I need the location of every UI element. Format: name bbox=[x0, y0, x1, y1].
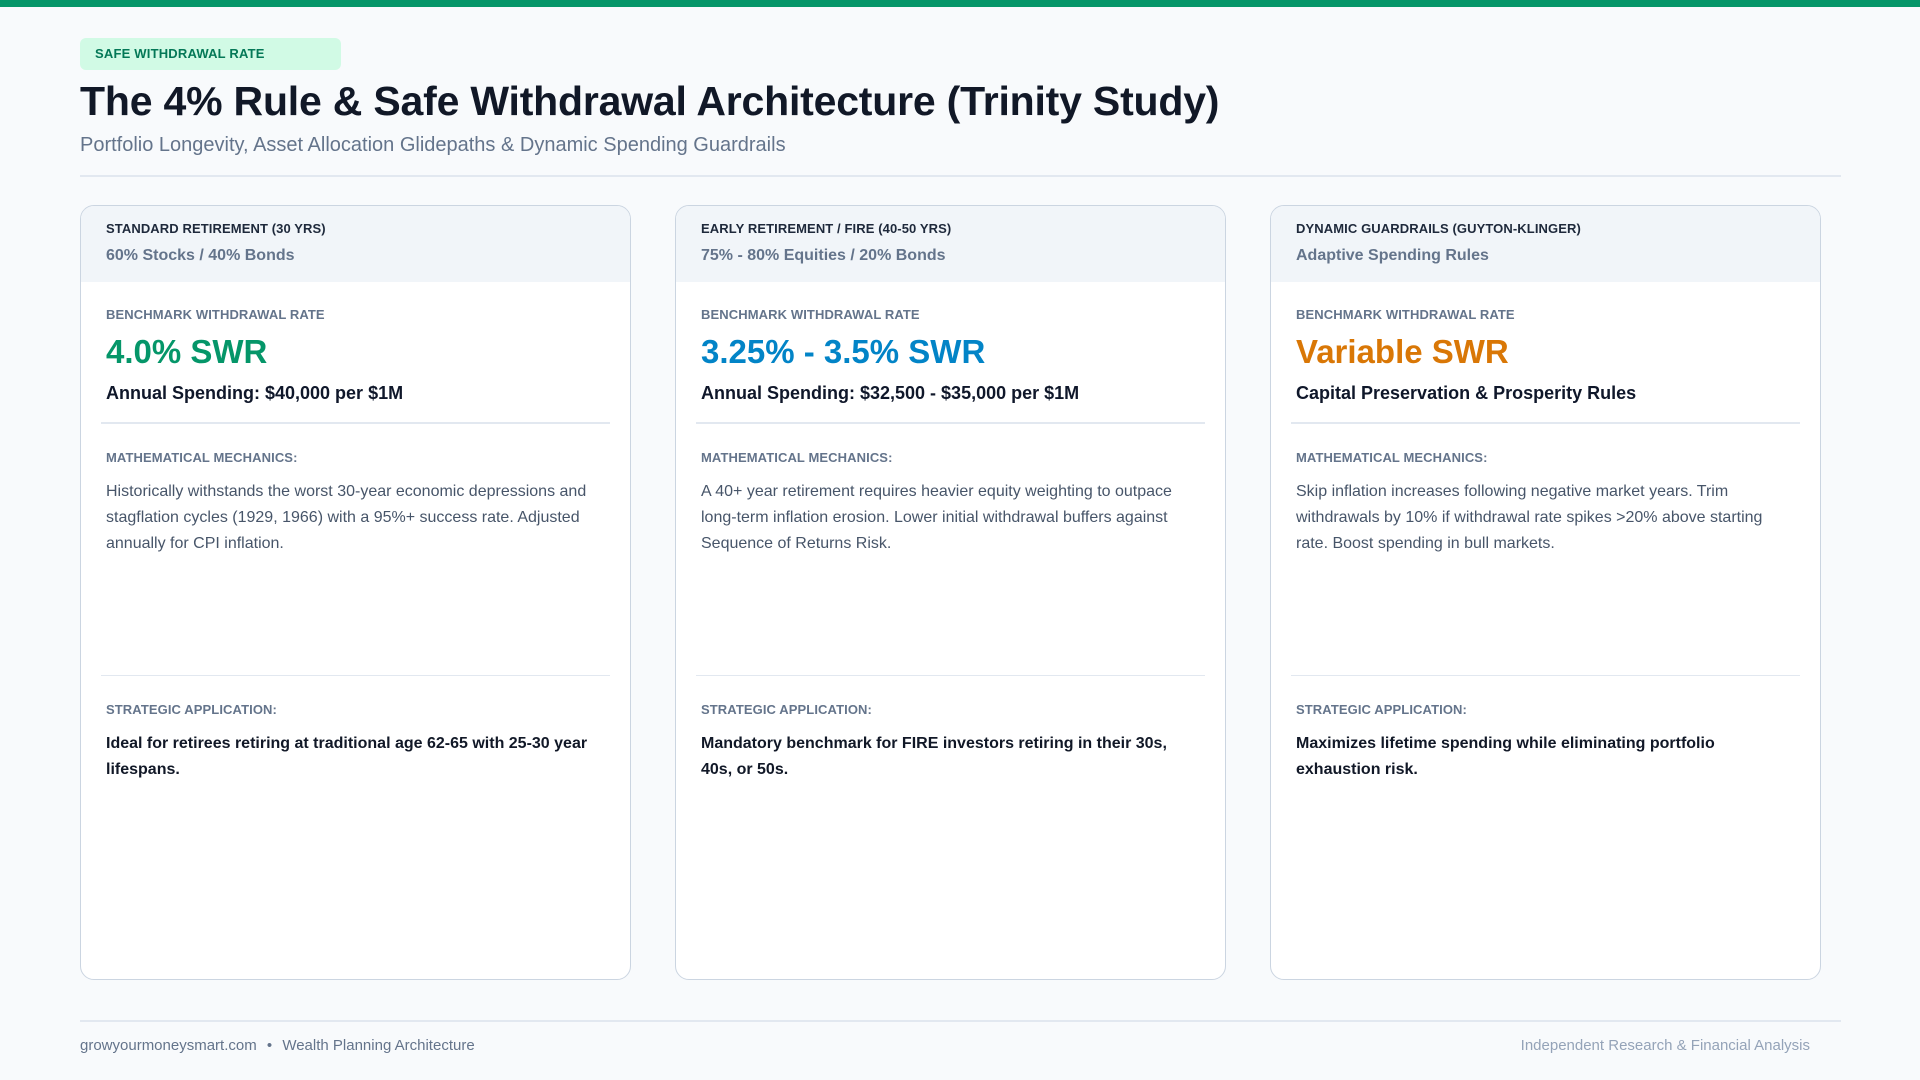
application-label: STRATEGIC APPLICATION: bbox=[1296, 702, 1467, 717]
mechanics-label: MATHEMATICAL MECHANICS: bbox=[1296, 449, 1488, 465]
card-divider bbox=[1291, 674, 1800, 676]
benchmark-label: BENCHMARK WITHDRAWAL RATE bbox=[106, 307, 325, 322]
page-subtitle: Portfolio Longevity, Asset Allocation Gl… bbox=[80, 134, 786, 156]
mechanics-text: A 40+ year retirement requires heavier e… bbox=[701, 482, 1172, 552]
annual-spending: Capital Preservation & Prosperity Rules bbox=[1296, 383, 1637, 403]
page-title: The 4% Rule & Safe Withdrawal Architectu… bbox=[80, 78, 1220, 124]
annual-spending: Annual Spending: $32,500 - $35,000 per $… bbox=[701, 383, 1080, 403]
card-divider bbox=[1291, 422, 1800, 424]
benchmark-label: BENCHMARK WITHDRAWAL RATE bbox=[701, 307, 920, 322]
mechanics-text: Historically withstands the worst 30-yea… bbox=[106, 482, 587, 552]
card-header-allocation: Adaptive Spending Rules bbox=[1296, 247, 1489, 264]
application-label: STRATEGIC APPLICATION: bbox=[106, 702, 277, 717]
swr-value: 4.0% SWR bbox=[106, 333, 268, 370]
footer-divider bbox=[80, 1020, 1841, 1022]
card-divider bbox=[696, 674, 1205, 676]
card-standard-retirement: STANDARD RETIREMENT (30 YRS) 60% Stocks … bbox=[80, 205, 631, 980]
swr-value: Variable SWR bbox=[1296, 333, 1509, 370]
card-header: EARLY RETIREMENT / FIRE (40-50 YRS) 75% … bbox=[676, 206, 1225, 282]
swr-value: 3.25% - 3.5% SWR bbox=[701, 333, 986, 370]
footer-separator: • bbox=[266, 1037, 273, 1054]
card-header-title: DYNAMIC GUARDRAILS (GUYTON-KLINGER) bbox=[1296, 221, 1581, 236]
card-dynamic-guardrails: DYNAMIC GUARDRAILS (GUYTON-KLINGER) Adap… bbox=[1270, 205, 1821, 980]
card-header-allocation: 75% - 80% Equities / 20% Bonds bbox=[701, 247, 946, 264]
card-header: STANDARD RETIREMENT (30 YRS) 60% Stocks … bbox=[81, 206, 630, 282]
card-header-title: EARLY RETIREMENT / FIRE (40-50 YRS) bbox=[701, 221, 952, 236]
footer-section: Wealth Planning Architecture bbox=[282, 1037, 475, 1054]
mechanics-text: Skip inflation increases following negat… bbox=[1296, 482, 1763, 552]
application-text: Mandatory benchmark for FIRE investors r… bbox=[701, 735, 1167, 778]
card-header-allocation: 60% Stocks / 40% Bonds bbox=[106, 247, 295, 264]
footer-left: growyourmoneysmart.com • Wealth Planning… bbox=[80, 1037, 475, 1054]
application-label: STRATEGIC APPLICATION: bbox=[701, 702, 872, 717]
card-header: DYNAMIC GUARDRAILS (GUYTON-KLINGER) Adap… bbox=[1271, 206, 1820, 282]
card-header-title: STANDARD RETIREMENT (30 YRS) bbox=[106, 221, 326, 236]
card-divider bbox=[101, 422, 610, 424]
mechanics-label: MATHEMATICAL MECHANICS: bbox=[106, 449, 298, 465]
mechanics-label: MATHEMATICAL MECHANICS: bbox=[701, 449, 893, 465]
card-early-retirement: EARLY RETIREMENT / FIRE (40-50 YRS) 75% … bbox=[675, 205, 1226, 980]
application-text: Maximizes lifetime spending while elimin… bbox=[1296, 735, 1715, 778]
category-badge: SAFE WITHDRAWAL RATE bbox=[80, 38, 341, 70]
footer-site: growyourmoneysmart.com bbox=[80, 1037, 257, 1054]
card-divider bbox=[101, 674, 610, 676]
card-divider bbox=[696, 422, 1205, 424]
footer-right: Independent Research & Financial Analysi… bbox=[1520, 1037, 1810, 1054]
top-accent-bar bbox=[0, 0, 1920, 7]
application-text: Ideal for retirees retiring at tradition… bbox=[106, 735, 588, 778]
header-divider bbox=[80, 175, 1841, 177]
benchmark-label: BENCHMARK WITHDRAWAL RATE bbox=[1296, 307, 1515, 322]
annual-spending: Annual Spending: $40,000 per $1M bbox=[106, 383, 404, 403]
